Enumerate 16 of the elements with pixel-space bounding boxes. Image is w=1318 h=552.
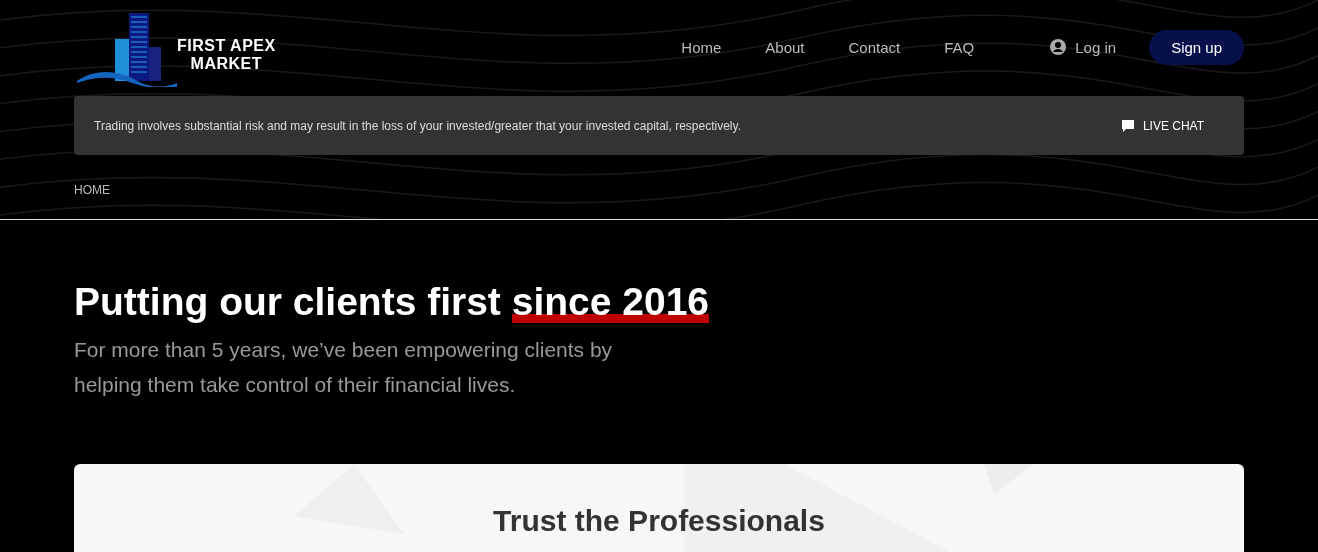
user-icon bbox=[1050, 39, 1067, 55]
card-title: Trust the Professionals bbox=[493, 504, 825, 538]
login-link[interactable]: Log in bbox=[1050, 38, 1117, 56]
hero-text: For more than 5 years, we’ve been empowering clients by helping them take control of their financial lives. bbox=[74, 337, 614, 398]
nav-link[interactable]: About bbox=[765, 38, 805, 56]
nav-link[interactable]: Home bbox=[681, 38, 722, 56]
live-chat-link[interactable]: LIVE CHAT bbox=[1120, 118, 1204, 133]
logo-text: MARKET bbox=[190, 55, 263, 73]
signup-button[interactable]: Sign up bbox=[1149, 29, 1244, 65]
breadcrumb: HOME bbox=[74, 183, 110, 197]
hero-heading: Putting our clients first bbox=[74, 280, 501, 323]
logo-text: FIRST APEX bbox=[177, 37, 276, 55]
risk-warning-text: Trading involves substantial risk and may result in the loss of your invested/greater that your invested capital, respectively. bbox=[94, 118, 741, 133]
nav-link[interactable]: FAQ bbox=[944, 38, 975, 56]
chat-bubble-icon bbox=[1120, 118, 1135, 133]
nav-link[interactable]: Contact bbox=[848, 38, 901, 56]
